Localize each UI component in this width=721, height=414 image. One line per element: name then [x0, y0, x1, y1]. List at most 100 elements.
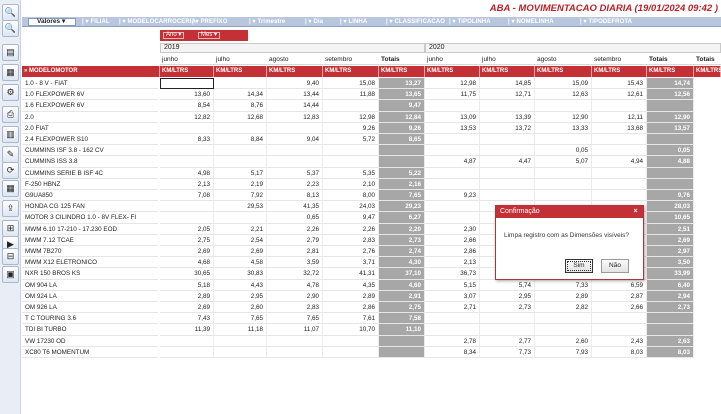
data-cell[interactable]: 14,34 [214, 89, 267, 101]
data-cell[interactable]: 11,39 [160, 324, 214, 336]
data-cell[interactable]: 8,03 [592, 346, 647, 358]
column-header[interactable]: setembro [323, 54, 379, 65]
data-cell[interactable]: 4,78 [267, 279, 323, 291]
data-cell[interactable]: 2,73 [379, 234, 425, 246]
column-header[interactable]: junho [160, 54, 214, 65]
data-cell[interactable]: 0,05 [647, 145, 694, 157]
data-cell[interactable]: 13,72 [480, 122, 535, 134]
data-cell[interactable]: 10,70 [323, 324, 379, 336]
data-cell[interactable] [535, 178, 592, 190]
valores-dropdown[interactable]: Valores ▾ [28, 18, 76, 26]
data-cell[interactable]: 7,65 [214, 313, 267, 325]
data-cell[interactable]: 2,77 [480, 335, 535, 347]
data-cell[interactable]: 13,60 [160, 89, 214, 101]
data-cell[interactable]: 13,68 [592, 122, 647, 134]
dim-ano-button[interactable]: Ano ▾ [163, 32, 185, 39]
row-label[interactable]: MOTOR 3 CILINDRO 1.0 - 8V FLEX- FI [22, 212, 158, 224]
data-cell[interactable]: 2,69 [160, 246, 214, 258]
data-cell[interactable]: 8,76 [214, 100, 267, 112]
data-cell[interactable]: 2,82 [535, 302, 592, 314]
data-cell[interactable] [323, 145, 379, 157]
data-cell[interactable]: 2,75 [379, 302, 425, 314]
data-cell[interactable]: 11,75 [425, 89, 480, 101]
data-cell[interactable]: 2,51 [647, 223, 694, 235]
filter-dia[interactable]: | ▾ Dia [305, 18, 323, 26]
data-cell[interactable]: 2,54 [214, 234, 267, 246]
data-cell[interactable]: 4,43 [214, 279, 267, 291]
data-cell[interactable]: 28,03 [647, 201, 694, 213]
data-cell[interactable]: 30,83 [214, 268, 267, 280]
data-cell[interactable]: 13,27 [379, 78, 425, 90]
column-header[interactable]: Totais [694, 54, 721, 65]
data-cell[interactable]: 29,53 [214, 201, 267, 213]
data-cell[interactable]: 5,17 [214, 167, 267, 179]
data-cell[interactable]: 12,71 [480, 89, 535, 101]
data-cell[interactable] [267, 122, 323, 134]
data-cell[interactable]: 2,76 [323, 246, 379, 258]
data-cell[interactable]: 7,92 [214, 190, 267, 202]
data-cell[interactable] [480, 324, 535, 336]
data-cell[interactable]: 2,97 [647, 246, 694, 258]
column-header[interactable]: agosto [267, 54, 323, 65]
data-cell[interactable]: 2,73 [647, 302, 694, 314]
data-cell[interactable] [647, 100, 694, 112]
data-cell[interactable] [160, 335, 214, 347]
data-cell[interactable]: 2,74 [379, 246, 425, 258]
data-cell[interactable]: 2,21 [214, 223, 267, 235]
data-cell[interactable]: 9,76 [647, 190, 694, 202]
row-label[interactable]: XC80 T6 MOMENTUM [22, 347, 158, 358]
data-cell[interactable]: 2,43 [592, 335, 647, 347]
data-cell[interactable]: 4,47 [480, 156, 535, 168]
data-cell[interactable]: 29,23 [379, 201, 425, 213]
filter-prefixo[interactable]: | ▾ PREFIXO [192, 18, 227, 26]
row-label[interactable]: 2.0 FIAT [22, 123, 158, 134]
data-cell[interactable]: 2,90 [267, 290, 323, 302]
data-cell[interactable] [379, 335, 425, 347]
data-cell[interactable]: 0,05 [535, 145, 592, 157]
data-cell[interactable] [160, 122, 214, 134]
data-cell[interactable] [647, 167, 694, 179]
data-cell[interactable] [214, 346, 267, 358]
data-cell[interactable]: 2,91 [379, 290, 425, 302]
column-header[interactable]: julho [480, 54, 535, 65]
data-cell[interactable] [480, 313, 535, 325]
row-label[interactable]: G9UA850 [22, 190, 158, 202]
row-label[interactable]: OM 924 LA [22, 291, 158, 302]
column-header[interactable]: Totais [379, 54, 425, 65]
data-cell[interactable]: 4,68 [160, 257, 214, 269]
data-cell[interactable]: 12,68 [214, 111, 267, 123]
data-cell[interactable] [267, 145, 323, 157]
data-cell[interactable]: 33,99 [647, 268, 694, 280]
data-cell[interactable]: 2,95 [214, 290, 267, 302]
data-cell[interactable]: 3,59 [267, 257, 323, 269]
data-cell[interactable]: 12,90 [647, 111, 694, 123]
data-cell[interactable]: 2,30 [425, 223, 480, 235]
data-cell[interactable] [267, 156, 323, 168]
row-label[interactable]: VW 17230 OD [22, 336, 158, 347]
data-cell[interactable] [480, 167, 535, 179]
data-cell[interactable]: 13,09 [425, 111, 480, 123]
data-cell[interactable]: 5,35 [323, 167, 379, 179]
filter-filial[interactable]: | ▾ FILIAL [82, 18, 110, 26]
row-label[interactable]: CUMMINS ISS 3.8 [22, 156, 158, 168]
data-cell[interactable]: 3,71 [323, 257, 379, 269]
data-cell[interactable] [592, 313, 647, 325]
data-cell[interactable] [425, 134, 480, 146]
data-cell[interactable]: 15,08 [323, 78, 379, 90]
data-cell[interactable]: 13,57 [647, 122, 694, 134]
data-cell[interactable] [480, 100, 535, 112]
column-header[interactable]: setembro [592, 54, 647, 65]
data-cell[interactable] [480, 190, 535, 202]
data-cell[interactable]: 12,82 [160, 111, 214, 123]
chart-icon[interactable]: ▤ [2, 44, 19, 61]
row-label[interactable]: HONDA CG 125 FAN [22, 201, 158, 213]
data-cell[interactable] [592, 145, 647, 157]
data-cell[interactable]: 2,26 [267, 223, 323, 235]
filter-tipodefrota[interactable]: | ▾ TIPODEFROTA [580, 18, 632, 26]
data-cell[interactable] [323, 335, 379, 347]
data-cell[interactable]: 9,23 [425, 190, 480, 202]
data-cell[interactable] [647, 324, 694, 336]
data-cell[interactable]: 2,60 [535, 335, 592, 347]
data-cell[interactable]: 2,89 [535, 290, 592, 302]
data-cell[interactable]: 7,58 [379, 313, 425, 325]
